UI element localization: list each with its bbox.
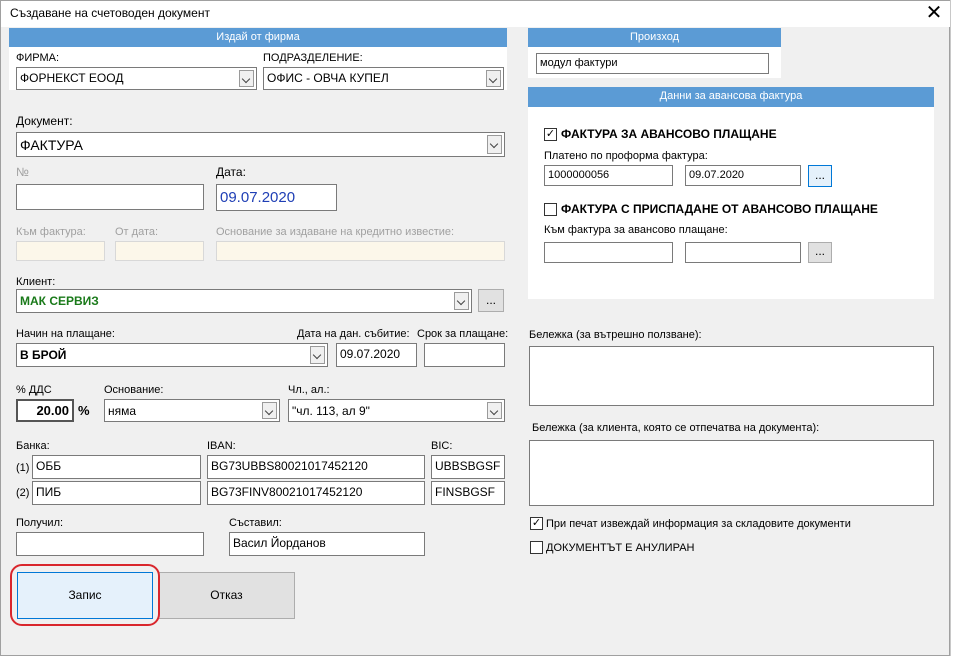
- advance-invoice-date-input[interactable]: [685, 242, 801, 263]
- document-value: ФАКТУРА: [20, 137, 84, 153]
- vat-basis-label: Основание:: [104, 384, 164, 396]
- chevron-down-icon[interactable]: [487, 135, 502, 154]
- document-label: Документ:: [16, 114, 73, 128]
- chevron-down-icon[interactable]: [486, 70, 501, 87]
- advance-invoice-number-input[interactable]: [544, 242, 673, 263]
- cancelled-label: ДОКУМЕНТЪТ Е АНУЛИРАН: [546, 542, 695, 554]
- bank-row-index: (1): [16, 462, 30, 474]
- credit-reason-input[interactable]: [216, 241, 505, 261]
- credit-reason-label: Основание за издаване на кредитно извест…: [216, 226, 455, 238]
- article-value: "чл. 113, ал 9": [292, 404, 370, 418]
- vat-basis-select[interactable]: няма: [104, 399, 280, 422]
- iban-1-input[interactable]: BG73UBBS80021017452120: [207, 455, 425, 479]
- title-bar[interactable]: Създаване на счетоводен документ ✕: [1, 1, 951, 27]
- background-app-strip: [950, 0, 957, 656]
- cancelled-checkbox[interactable]: [530, 541, 543, 554]
- print-warehouse-info-label: При печат извеждай информация за складов…: [546, 518, 851, 530]
- print-warehouse-info-checkbox[interactable]: ✓: [530, 517, 543, 530]
- client-value: МАК СЕРВИЗ: [20, 294, 99, 308]
- advance-header: Данни за авансова фактура: [528, 87, 934, 107]
- vat-percent-sign: %: [78, 403, 90, 418]
- chevron-down-icon[interactable]: [310, 346, 325, 364]
- client-note-textarea[interactable]: [529, 440, 934, 506]
- date-label: Дата:: [216, 165, 246, 179]
- bank-2-input[interactable]: ПИБ: [32, 481, 201, 505]
- division-label: ПОДРАЗДЕЛЕНИЕ:: [263, 52, 363, 64]
- advance-checkbox-label: ФАКТУРА ЗА АВАНСОВО ПЛАЩАНЕ: [561, 127, 777, 141]
- deduct-advance-checkbox[interactable]: [544, 203, 557, 216]
- due-date-label: Срок за плащане:: [417, 328, 509, 340]
- advance-checkbox[interactable]: ✓: [544, 128, 557, 141]
- vat-percent-value: 20.00: [36, 403, 69, 418]
- tax-event-date-input[interactable]: 09.07.2020: [336, 343, 417, 367]
- from-date-input[interactable]: [115, 241, 204, 261]
- article-label: Чл., ал.:: [288, 384, 330, 396]
- vat-percent-input[interactable]: 20.00: [16, 399, 74, 422]
- cancel-button[interactable]: Отказ: [158, 572, 295, 619]
- client-select[interactable]: МАК СЕРВИЗ: [16, 289, 472, 313]
- proforma-number-input[interactable]: 1000000056: [544, 165, 673, 186]
- internal-note-label: Бележка (за вътрешно ползване):: [529, 329, 702, 341]
- iban-label: IBAN:: [207, 440, 236, 452]
- compiled-by-input[interactable]: Васил Йорданов: [229, 532, 425, 556]
- chevron-down-icon[interactable]: [454, 292, 469, 310]
- payment-method-label: Начин на плащане:: [16, 328, 115, 340]
- chevron-down-icon[interactable]: [239, 70, 254, 87]
- division-select[interactable]: ОФИС - ОВЧА КУПЕЛ: [263, 67, 504, 90]
- to-invoice-label: Към фактура:: [16, 226, 86, 238]
- close-icon[interactable]: ✕: [919, 2, 949, 26]
- to-invoice-input[interactable]: [16, 241, 105, 261]
- save-button-highlight: [10, 564, 160, 626]
- issued-from-header: Издай от фирма: [9, 28, 507, 47]
- payment-method-select[interactable]: В БРОЙ: [16, 343, 328, 367]
- bank-1-input[interactable]: ОББ: [32, 455, 201, 479]
- client-label: Клиент:: [16, 276, 56, 288]
- received-by-input[interactable]: [16, 532, 204, 556]
- payment-method-value: В БРОЙ: [20, 348, 67, 362]
- compiled-by-label: Съставил:: [229, 517, 282, 529]
- date-input[interactable]: 09.07.2020: [216, 184, 337, 211]
- deduct-advance-label: ФАКТУРА С ПРИСПАДАНЕ ОТ АВАНСОВО ПЛАЩАНЕ: [561, 202, 878, 216]
- firm-value: ФОРНЕКСТ ЕООД: [20, 71, 124, 85]
- chevron-down-icon[interactable]: [262, 402, 277, 419]
- iban-2-input[interactable]: BG73FINV80021017452120: [207, 481, 425, 505]
- due-date-input[interactable]: [424, 343, 505, 367]
- document-select[interactable]: ФАКТУРА: [16, 132, 505, 157]
- client-note-label: Бележка (за клиента, която се отпечатва …: [532, 422, 820, 434]
- dialog-window: Създаване на счетоводен документ ✕ Издай…: [0, 0, 951, 656]
- from-date-label: От дата:: [115, 226, 159, 238]
- origin-header: Произход: [528, 28, 781, 47]
- window-title: Създаване на счетоводен документ: [10, 6, 210, 20]
- number-label: №: [16, 165, 29, 179]
- internal-note-textarea[interactable]: [529, 346, 934, 406]
- number-input[interactable]: [16, 184, 204, 210]
- bic-1-input[interactable]: UBBSBGSF: [431, 455, 505, 479]
- advance-panel: [528, 87, 934, 299]
- bic-2-input[interactable]: FINSBGSF: [431, 481, 505, 505]
- bank-label: Банка:: [16, 440, 50, 452]
- division-value: ОФИС - ОВЧА КУПЕЛ: [267, 71, 389, 85]
- proforma-browse-button[interactable]: ...: [808, 165, 832, 187]
- firm-label: ФИРМА:: [16, 52, 60, 64]
- firm-select[interactable]: ФОРНЕКСТ ЕООД: [16, 67, 257, 90]
- client-browse-button[interactable]: ...: [478, 289, 504, 312]
- advance-invoice-browse-button[interactable]: ...: [808, 242, 832, 263]
- origin-input[interactable]: модул фактури: [536, 53, 769, 74]
- proforma-label: Платено по проформа фактура:: [544, 150, 708, 162]
- vat-basis-value: няма: [108, 404, 137, 418]
- bic-label: BIC:: [431, 440, 453, 452]
- to-advance-invoice-label: Към фактура за авансово плащане:: [544, 224, 728, 236]
- bank-row-index: (2): [16, 487, 30, 499]
- article-select[interactable]: "чл. 113, ал 9": [288, 399, 505, 422]
- tax-event-date-label: Дата на дан. събитие:: [297, 328, 410, 340]
- chevron-down-icon[interactable]: [487, 402, 502, 419]
- vat-percent-label: % ДДС: [16, 384, 52, 396]
- proforma-date-input[interactable]: 09.07.2020: [685, 165, 801, 186]
- received-by-label: Получил:: [16, 517, 64, 529]
